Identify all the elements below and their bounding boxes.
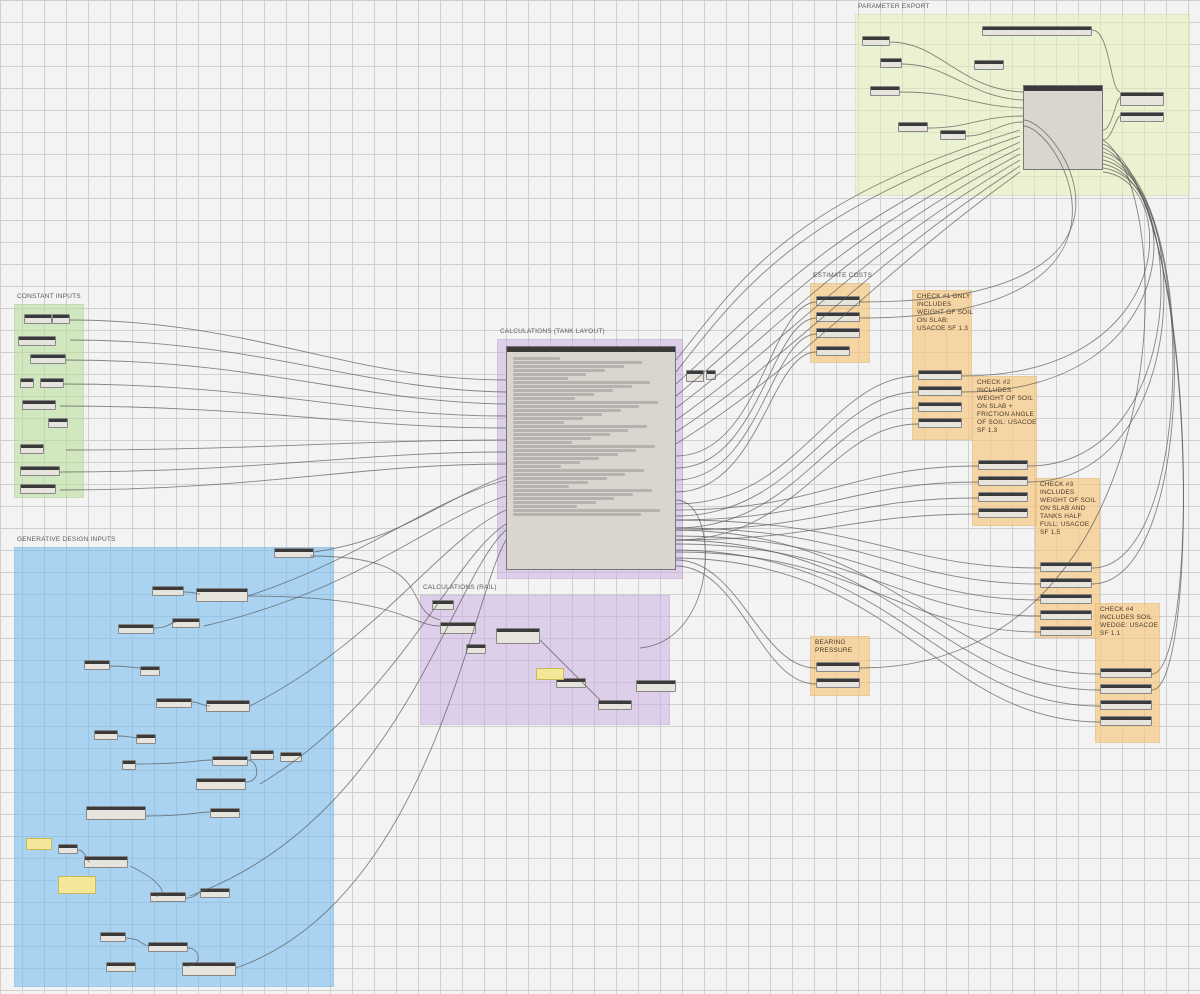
node[interactable] bbox=[816, 296, 860, 306]
node[interactable] bbox=[212, 756, 248, 766]
group-label: ESTIMATE COSTS bbox=[813, 272, 872, 279]
node[interactable] bbox=[898, 122, 928, 132]
group-label: BEARING PRESSURE bbox=[815, 639, 875, 655]
node[interactable] bbox=[816, 328, 860, 338]
node[interactable] bbox=[598, 700, 632, 710]
node[interactable] bbox=[1040, 594, 1092, 604]
node[interactable] bbox=[58, 844, 78, 854]
node[interactable] bbox=[862, 36, 890, 46]
group-check2[interactable]: CHECK #2 INCLUDES WEIGHT OF SOIL ON SLAB… bbox=[972, 376, 1037, 526]
node[interactable] bbox=[466, 644, 486, 654]
node[interactable] bbox=[918, 418, 962, 428]
node[interactable] bbox=[118, 624, 154, 634]
group-calc-rail[interactable]: CALCULATIONS (RAIL) bbox=[420, 595, 670, 725]
node[interactable] bbox=[84, 856, 128, 868]
note[interactable] bbox=[58, 876, 96, 894]
node[interactable] bbox=[1040, 578, 1092, 588]
node[interactable] bbox=[1040, 626, 1092, 636]
node[interactable] bbox=[870, 86, 900, 96]
node[interactable] bbox=[18, 336, 56, 346]
group-label: CHECK #1 ONLY INCLUDES WEIGHT OF SOIL ON… bbox=[917, 293, 977, 333]
node[interactable] bbox=[196, 588, 248, 602]
node[interactable] bbox=[918, 402, 962, 412]
node-titlebar[interactable] bbox=[507, 347, 675, 352]
node[interactable] bbox=[1100, 716, 1152, 726]
node[interactable] bbox=[816, 678, 860, 688]
node[interactable] bbox=[982, 26, 1092, 36]
group-label: GENERATIVE DESIGN INPUTS bbox=[17, 536, 116, 543]
node[interactable] bbox=[20, 466, 60, 476]
node[interactable] bbox=[496, 628, 540, 644]
node[interactable] bbox=[20, 378, 34, 388]
node[interactable] bbox=[636, 680, 676, 692]
note[interactable] bbox=[26, 838, 52, 850]
node[interactable] bbox=[156, 698, 192, 708]
note[interactable] bbox=[536, 668, 564, 680]
node[interactable] bbox=[86, 806, 146, 820]
node[interactable] bbox=[816, 346, 850, 356]
node-titlebar[interactable] bbox=[1024, 86, 1102, 91]
node[interactable] bbox=[182, 962, 236, 976]
node[interactable] bbox=[274, 548, 314, 558]
node[interactable] bbox=[918, 386, 962, 396]
node[interactable] bbox=[20, 444, 44, 454]
node[interactable] bbox=[136, 734, 156, 744]
group-label: CALCULATIONS (RAIL) bbox=[423, 584, 497, 591]
node[interactable] bbox=[22, 400, 56, 410]
node[interactable] bbox=[1040, 562, 1092, 572]
node[interactable] bbox=[686, 370, 704, 382]
node[interactable] bbox=[978, 492, 1028, 502]
node[interactable] bbox=[206, 700, 250, 712]
node[interactable] bbox=[440, 622, 476, 634]
node[interactable] bbox=[816, 662, 860, 672]
group-label: CHECK #4 INCLUDES SOIL WEDGE: USACOE SF … bbox=[1100, 606, 1160, 638]
code-node-tankcode[interactable] bbox=[506, 346, 676, 570]
group-label: CHECK #2 INCLUDES WEIGHT OF SOIL ON SLAB… bbox=[977, 379, 1037, 435]
node[interactable] bbox=[1040, 610, 1092, 620]
node[interactable] bbox=[40, 378, 64, 388]
node[interactable] bbox=[172, 618, 200, 628]
node[interactable] bbox=[52, 314, 70, 324]
node[interactable] bbox=[48, 418, 68, 428]
node[interactable] bbox=[30, 354, 66, 364]
node[interactable] bbox=[106, 962, 136, 972]
node[interactable] bbox=[978, 460, 1028, 470]
node[interactable] bbox=[148, 942, 188, 952]
node[interactable] bbox=[880, 58, 902, 68]
node[interactable] bbox=[280, 752, 302, 762]
node[interactable] bbox=[140, 666, 160, 676]
node[interactable] bbox=[974, 60, 1004, 70]
node[interactable] bbox=[706, 370, 716, 380]
node[interactable] bbox=[250, 750, 274, 760]
node[interactable] bbox=[20, 484, 56, 494]
node[interactable] bbox=[94, 730, 118, 740]
group-label: CONSTANT INPUTS bbox=[17, 293, 81, 300]
node[interactable] bbox=[432, 600, 454, 610]
group-generative[interactable]: GENERATIVE DESIGN INPUTS bbox=[14, 547, 334, 987]
node[interactable] bbox=[100, 932, 126, 942]
node[interactable] bbox=[200, 888, 230, 898]
node[interactable] bbox=[150, 892, 186, 902]
group-label: CHECK #3 INCLUDES WEIGHT OF SOIL ON SLAB… bbox=[1040, 481, 1100, 537]
node[interactable] bbox=[1100, 668, 1152, 678]
node[interactable] bbox=[918, 370, 962, 380]
node[interactable] bbox=[816, 312, 860, 322]
group-label: PARAMETER EXPORT bbox=[858, 3, 930, 10]
node[interactable] bbox=[196, 778, 246, 790]
node[interactable] bbox=[1100, 684, 1152, 694]
node[interactable] bbox=[152, 586, 184, 596]
node[interactable] bbox=[84, 660, 110, 670]
node[interactable] bbox=[978, 476, 1028, 486]
node[interactable] bbox=[1100, 700, 1152, 710]
node[interactable] bbox=[24, 314, 52, 324]
node[interactable] bbox=[122, 760, 136, 770]
code-node-export-grid[interactable] bbox=[1023, 85, 1103, 170]
code-body bbox=[513, 357, 669, 516]
node[interactable] bbox=[1120, 92, 1164, 106]
node[interactable] bbox=[940, 130, 966, 140]
node[interactable] bbox=[210, 808, 240, 818]
group-label: CALCULATIONS (TANK LAYOUT) bbox=[500, 328, 605, 335]
node[interactable] bbox=[978, 508, 1028, 518]
node[interactable] bbox=[1120, 112, 1164, 122]
